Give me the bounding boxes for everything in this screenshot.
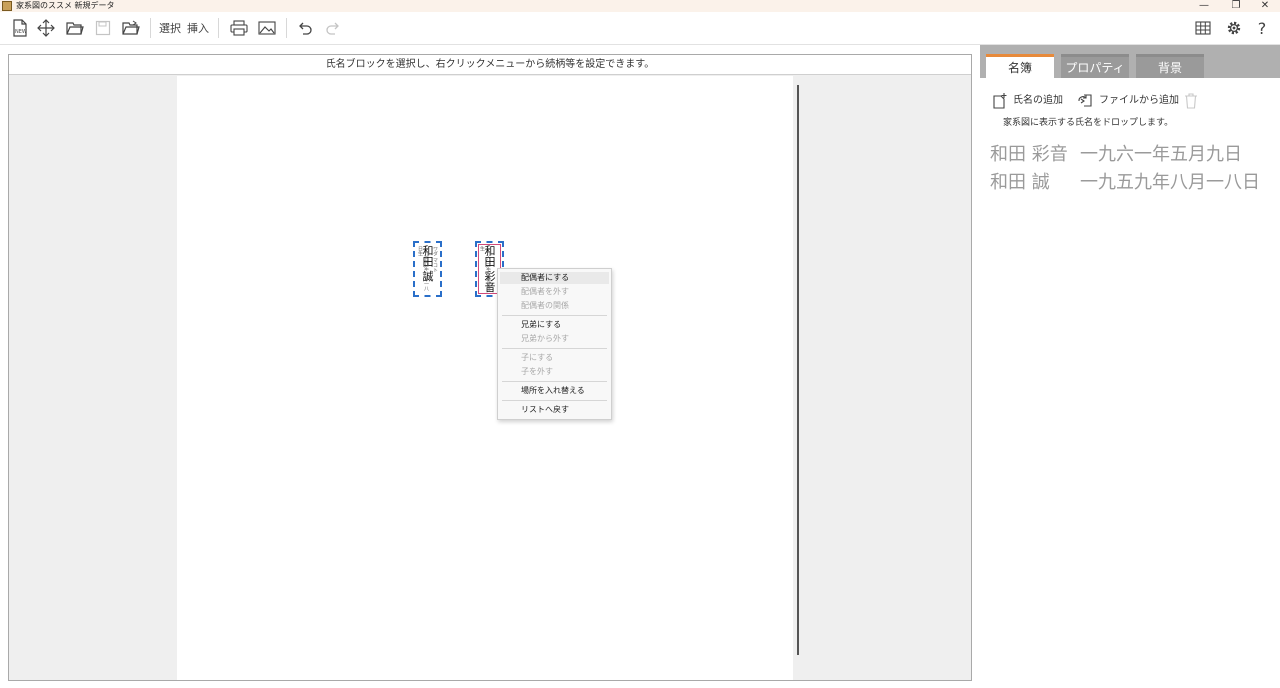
- file-import-icon: [1078, 94, 1092, 107]
- roster-item-name: 和田 誠: [990, 172, 1050, 193]
- minimize-button[interactable]: —: [1190, 0, 1218, 12]
- image-icon: [258, 21, 276, 35]
- undo-button[interactable]: [296, 17, 314, 39]
- roster-item-date: 一九六一年五月九日: [1080, 144, 1242, 165]
- save-as-button[interactable]: [120, 17, 142, 39]
- new-file-button[interactable]: NEW: [10, 17, 30, 39]
- select-mode-button[interactable]: 選択: [158, 17, 182, 39]
- toolbar-separator: [286, 18, 287, 38]
- menu-item-spouse-relation[interactable]: 配偶者の関係: [500, 300, 609, 312]
- canvas-hint: 氏名ブロックを選択し、右クリックメニューから続柄等を設定できます。: [9, 55, 971, 75]
- menu-item-remove-child[interactable]: 子を外す: [500, 366, 609, 378]
- name-block[interactable]: ワダ マコト 和田 誠 一九五九年八月一八日生: [413, 241, 442, 297]
- name-block-date: 一九五九年八月一八日生: [417, 246, 429, 291]
- context-menu: 配偶者にする 配偶者を外す 配偶者の関係 兄弟にする 兄弟から外す 子にする 子…: [497, 268, 612, 420]
- open-file-button[interactable]: [64, 17, 86, 39]
- toolbar-separator: [218, 18, 219, 38]
- move-arrows-icon: [37, 19, 55, 37]
- roster-item-name: 和田 彩音: [990, 144, 1068, 165]
- page-boundary-line: [797, 85, 799, 655]
- tab-background[interactable]: 背景: [1136, 54, 1204, 78]
- canvas-area[interactable]: 氏名ブロックを選択し、右クリックメニューから続柄等を設定できます。 ワダ マコト…: [8, 54, 972, 681]
- settings-button[interactable]: [1224, 17, 1244, 39]
- paper-sheet[interactable]: [177, 76, 793, 680]
- menu-item-make-child[interactable]: 子にする: [500, 352, 609, 364]
- insert-mode-button[interactable]: 挿入: [186, 17, 210, 39]
- app-icon: [2, 1, 12, 11]
- menu-separator: [502, 381, 607, 382]
- help-icon: ?: [1257, 18, 1267, 38]
- move-button[interactable]: [36, 17, 56, 39]
- print-button[interactable]: [228, 17, 250, 39]
- right-panel: 名簿 プロパティ 背景 氏名の追加 ファイルから追加 家系図に表示する氏名をドロ…: [980, 45, 1280, 688]
- menu-item-return-to-list[interactable]: リストへ戻す: [500, 404, 609, 416]
- menu-separator: [502, 400, 607, 401]
- add-name-button[interactable]: 氏名の追加: [992, 93, 1063, 109]
- add-from-file-button[interactable]: ファイルから追加: [1078, 93, 1179, 109]
- printer-icon: [230, 20, 248, 36]
- menu-item-swap-position[interactable]: 場所を入れ替える: [500, 385, 609, 397]
- menu-item-make-spouse[interactable]: 配偶者にする: [500, 272, 609, 284]
- window-title: 家系図のススメ 新規データ: [16, 1, 115, 10]
- name-block-date: 一九六一年五月九日生: [479, 246, 491, 291]
- folder-open-icon: [66, 22, 84, 35]
- save-button[interactable]: [93, 17, 113, 39]
- add-from-file-label: ファイルから追加: [1099, 95, 1179, 106]
- new-label: NEW: [15, 29, 27, 35]
- grid-button[interactable]: [1193, 17, 1213, 39]
- drop-hint: 家系図に表示する氏名をドロップします。: [1003, 118, 1174, 128]
- restore-button[interactable]: ❐: [1222, 0, 1250, 12]
- menu-separator: [502, 348, 607, 349]
- toolbar-separator: [150, 18, 151, 38]
- grid-icon: [1195, 21, 1211, 35]
- redo-button[interactable]: [324, 17, 342, 39]
- menu-item-remove-spouse[interactable]: 配偶者を外す: [500, 286, 609, 298]
- delete-button[interactable]: [1184, 93, 1203, 109]
- undo-icon: [299, 22, 312, 35]
- folder-export-icon: [122, 20, 140, 35]
- redo-icon: [326, 22, 339, 35]
- help-button[interactable]: ?: [1253, 17, 1271, 39]
- add-document-icon: [993, 93, 1007, 109]
- toolbar: NEW 選択 挿入 ?: [0, 12, 1280, 45]
- trash-icon: [1185, 93, 1197, 109]
- close-button[interactable]: ✕: [1251, 0, 1279, 12]
- tab-properties[interactable]: プロパティ: [1061, 54, 1129, 78]
- menu-separator: [502, 315, 607, 316]
- new-file-icon: NEW: [13, 19, 27, 37]
- save-icon: [95, 20, 111, 36]
- add-name-label: 氏名の追加: [1013, 95, 1063, 106]
- menu-item-remove-sibling[interactable]: 兄弟から外す: [500, 333, 609, 345]
- tab-roster[interactable]: 名簿: [986, 54, 1054, 78]
- panel-tabs: 名簿 プロパティ 背景: [980, 45, 1280, 78]
- title-bar: 家系図のススメ 新規データ — ❐ ✕: [0, 0, 1280, 12]
- roster-item-date: 一九五九年八月一八日: [1080, 172, 1260, 193]
- menu-item-make-sibling[interactable]: 兄弟にする: [500, 319, 609, 331]
- gear-icon: [1227, 21, 1241, 35]
- export-image-button[interactable]: [256, 17, 278, 39]
